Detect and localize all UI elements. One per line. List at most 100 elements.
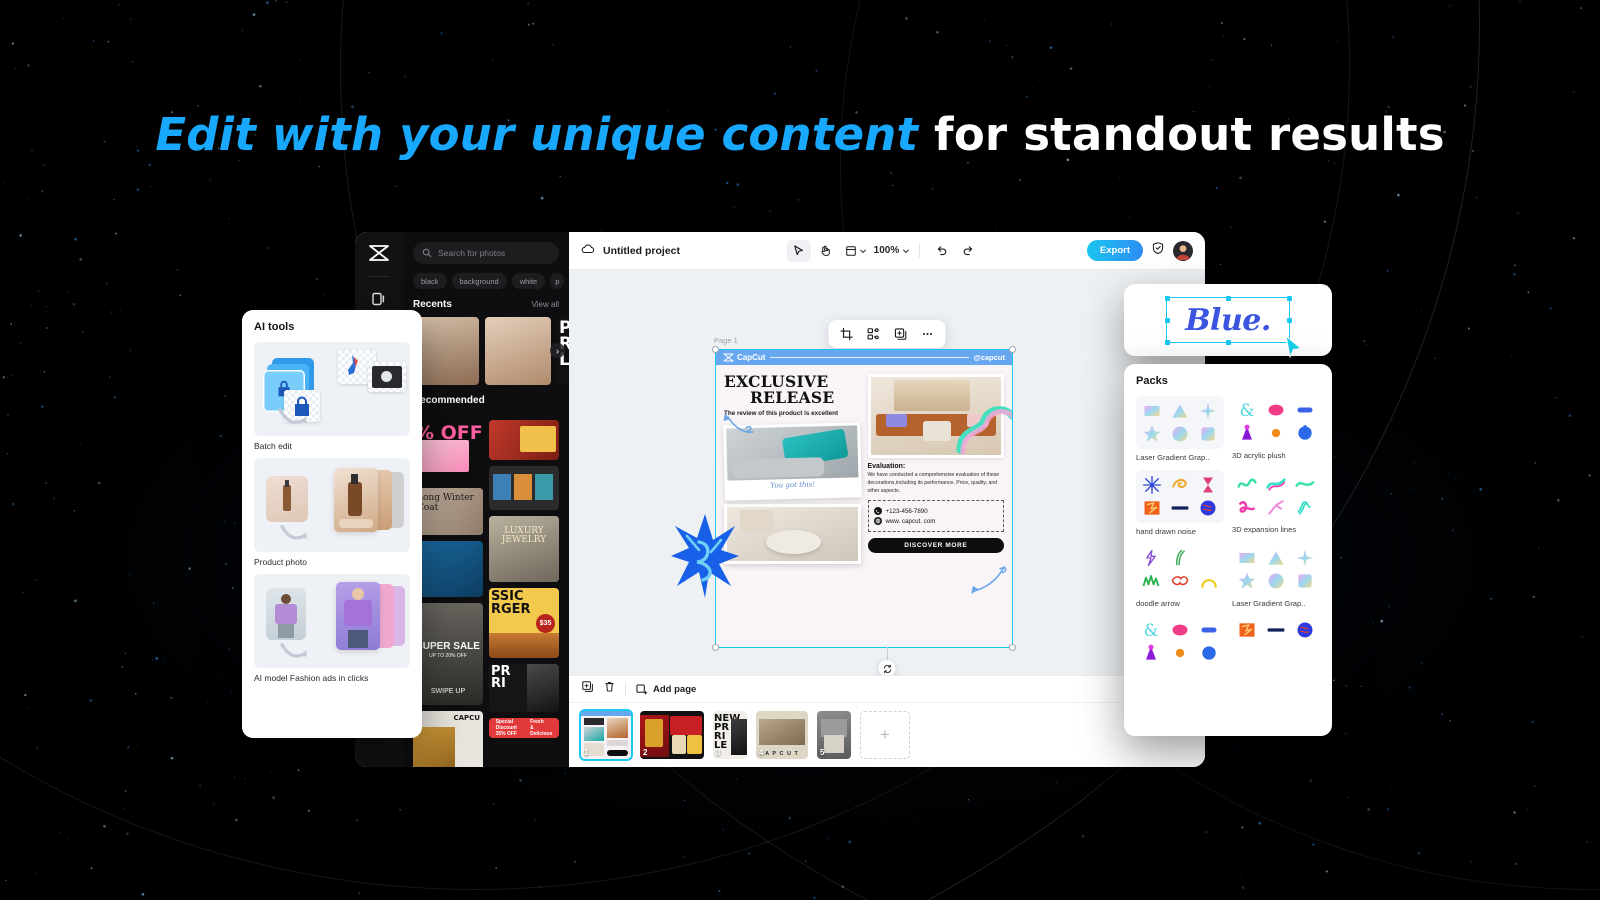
add-page-thumb-button[interactable]: +: [860, 711, 910, 759]
crop-icon[interactable]: [835, 323, 859, 345]
zoom-level[interactable]: 100%: [874, 245, 900, 256]
duplicate-page-icon[interactable]: [581, 680, 594, 698]
page-number: 4: [759, 748, 764, 757]
globe-icon: [873, 517, 882, 526]
selection-handle[interactable]: [712, 644, 719, 651]
template-card[interactable]: SUPER SALE UP TO 20% OFF SWIPE UP: [413, 603, 483, 705]
pack-item[interactable]: [1232, 616, 1320, 667]
poster-decor-arrow-left: [723, 413, 754, 433]
template-card[interactable]: CAPCU: [413, 711, 483, 767]
pack-item[interactable]: hand drawn noise: [1136, 470, 1224, 536]
pack-item[interactable]: & 3D acrylic plush: [1232, 396, 1320, 462]
ai-tool-item[interactable]: Batch edit: [254, 342, 410, 451]
selection-handle[interactable]: [1009, 346, 1016, 353]
trash-icon[interactable]: [603, 680, 616, 698]
tag-chip[interactable]: background: [451, 273, 507, 289]
selection-handle[interactable]: [1225, 339, 1231, 345]
top-toolbar: Untitled project 100% Export: [569, 232, 1205, 270]
export-button[interactable]: Export: [1086, 240, 1143, 261]
pack-thumbnail: &: [1232, 396, 1320, 447]
tag-filter-row: black background white p: [403, 273, 569, 289]
tag-chip[interactable]: white: [511, 273, 546, 289]
pack-item[interactable]: Laser Gradient Grap..: [1136, 396, 1224, 462]
blue-text-selection[interactable]: Blue.: [1164, 295, 1302, 358]
page-bar-tools: Add page ‹: [569, 676, 1205, 703]
pack-item[interactable]: &: [1136, 616, 1224, 667]
hand-tool-button[interactable]: [814, 240, 838, 262]
pack-thumbnail: &: [1136, 616, 1224, 667]
selection-handle[interactable]: [1009, 644, 1016, 651]
frame-tool-button[interactable]: [841, 240, 871, 262]
page-number: 2: [643, 748, 648, 757]
template-card[interactable]: % OFF: [413, 420, 483, 482]
undo-button[interactable]: [929, 240, 953, 262]
avatar[interactable]: [1173, 240, 1193, 261]
selection-handle[interactable]: [1225, 295, 1231, 301]
poster-phone-row: +123-456-7890: [873, 507, 999, 516]
selection-handle[interactable]: [1164, 295, 1170, 301]
add-page-icon: [636, 683, 648, 695]
recommended-grid: % OFF Long Winter Coat SUPER SALE UP TO 2…: [403, 413, 569, 767]
template-card[interactable]: [413, 541, 483, 597]
pack-item[interactable]: Laser Gradient Grap..: [1232, 544, 1320, 608]
shield-check-icon[interactable]: [1151, 241, 1165, 260]
poster-brand-text: CapCut: [737, 353, 766, 362]
pack-item[interactable]: 3D expansion lines: [1232, 470, 1320, 536]
template-card[interactable]: Special Discount 35% OFF Fresh & Delicious: [489, 718, 559, 738]
selection-handle[interactable]: [712, 346, 719, 353]
chevron-down-icon[interactable]: [902, 247, 910, 255]
ai-tool-item[interactable]: AI model Fashion ads in clicks: [254, 574, 410, 683]
ai-tool-label: AI model Fashion ads in clicks: [254, 673, 369, 683]
add-page-button[interactable]: Add page: [635, 683, 696, 696]
recents-next-button[interactable]: ›: [550, 343, 565, 358]
pack-item[interactable]: doodle arrow: [1136, 544, 1224, 608]
tag-chip[interactable]: black: [413, 273, 447, 289]
redo-button[interactable]: [956, 240, 980, 262]
poster-contact-block[interactable]: +123-456-7890 www. capcut. com: [867, 500, 1004, 533]
blue-starburst-graphic: [671, 514, 739, 598]
recent-thumb[interactable]: [485, 317, 551, 385]
page-thumbnail[interactable]: NEW PR RI LE 3: [713, 711, 747, 759]
template-card[interactable]: [489, 420, 559, 460]
cloud-icon: [581, 242, 595, 260]
page-thumbnail[interactable]: A P C U T 4: [756, 711, 808, 759]
page-thumbnail[interactable]: 1: [579, 709, 633, 761]
ai-tool-thumbnail-product-photo: [254, 458, 410, 552]
pack-label: Laser Gradient Grap..: [1232, 599, 1306, 608]
main-area: Untitled project 100% Export Page 1 CapC…: [569, 232, 1205, 767]
select-tool-button[interactable]: [786, 239, 811, 262]
poster-design: CapCut @capcut EXCLUSIVE RELEASE The rev…: [715, 349, 1013, 648]
duplicate-icon[interactable]: [889, 323, 913, 345]
rail-divider: [369, 276, 389, 277]
selection-handle[interactable]: [1164, 317, 1170, 323]
recents-view-all[interactable]: View all: [532, 300, 559, 309]
project-name[interactable]: Untitled project: [603, 245, 680, 257]
search-icon: [422, 248, 432, 258]
page-thumbnail[interactable]: 2: [640, 711, 704, 759]
poster-body: EXCLUSIVE RELEASE The review of this pro…: [716, 365, 1012, 572]
template-card[interactable]: [489, 466, 559, 510]
template-card[interactable]: LUXURY JEWELRY: [489, 516, 559, 582]
page-thumbnail[interactable]: 5: [817, 711, 851, 759]
template-card[interactable]: Long Winter Coat: [413, 488, 483, 535]
poster-header-line: [770, 357, 969, 358]
template-card[interactable]: PR RI: [489, 664, 559, 712]
recent-thumb[interactable]: [413, 317, 479, 385]
capcut-logo-icon: [723, 353, 734, 362]
selection-handle[interactable]: [1286, 295, 1292, 301]
sync-icon[interactable]: [878, 660, 896, 675]
magic-resize-icon[interactable]: [862, 323, 886, 345]
canvas-area[interactable]: Page 1 CapCut @capcut EXCLUSIVE RELEASE …: [569, 270, 1205, 675]
poster-handle: @capcut: [973, 353, 1006, 362]
poster-left-column: EXCLUSIVE RELEASE The review of this pro…: [723, 373, 862, 564]
search-input[interactable]: Search for photos: [413, 242, 559, 264]
ai-tool-item[interactable]: Product photo: [254, 458, 410, 567]
tag-chip[interactable]: p: [550, 273, 565, 289]
selection-handle[interactable]: [1286, 317, 1292, 323]
selected-poster[interactable]: CapCut @capcut EXCLUSIVE RELEASE The rev…: [712, 346, 1016, 651]
poster-eval-title: Evaluation:: [867, 463, 906, 470]
template-card[interactable]: SSIC RGER $35: [489, 588, 559, 658]
more-icon[interactable]: [916, 323, 940, 345]
poster-cta-button[interactable]: DISCOVER MORE: [867, 538, 1004, 554]
selection-handle[interactable]: [1164, 339, 1170, 345]
